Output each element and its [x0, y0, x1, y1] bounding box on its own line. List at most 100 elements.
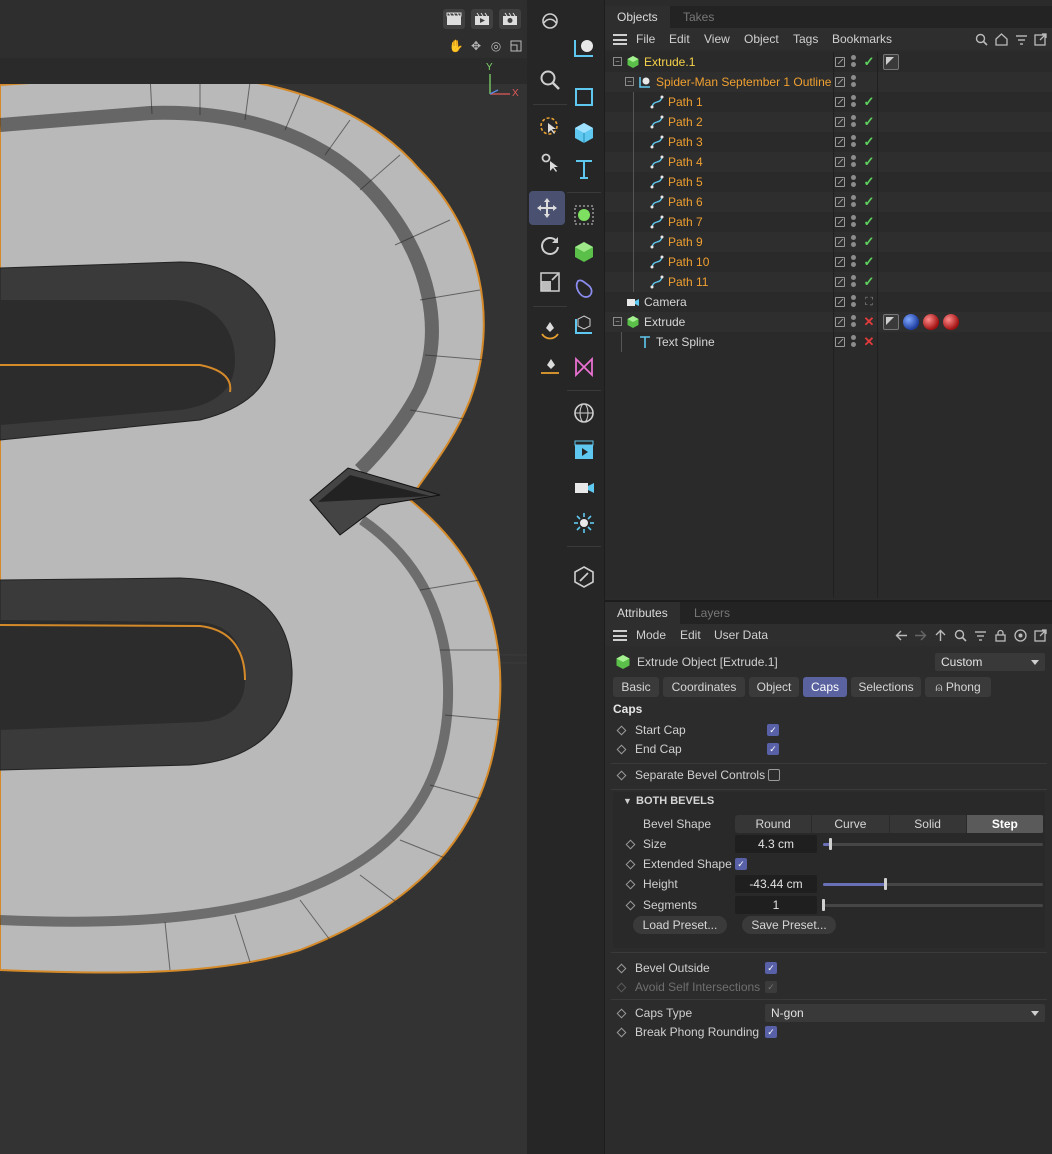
bevel-shape-round[interactable]: Round	[735, 815, 813, 833]
render-view-icon[interactable]	[471, 9, 493, 29]
tab-object[interactable]: Object	[749, 677, 799, 697]
segments-field[interactable]: 1	[735, 896, 817, 914]
viewport[interactable]: ✋ ✥ ◎ Y X	[0, 0, 527, 1154]
maximize-view-icon[interactable]	[508, 38, 524, 54]
tab-objects[interactable]: Objects	[605, 6, 670, 28]
menu-mode[interactable]: Mode	[636, 624, 666, 646]
visibility-dots-icon[interactable]	[851, 255, 857, 269]
save-preset-button[interactable]: Save Preset...	[742, 916, 836, 934]
filter-icon[interactable]	[1013, 31, 1029, 47]
target-icon[interactable]	[1012, 627, 1028, 643]
enabled-check-icon[interactable]: ✓	[861, 173, 877, 191]
render-scene-icon[interactable]	[567, 433, 601, 467]
rotate-tool-icon[interactable]	[533, 228, 567, 262]
menu-tags[interactable]: Tags	[793, 28, 818, 50]
mograph-icon[interactable]	[567, 350, 601, 384]
tree-row[interactable]: − Extrude.1 ✓	[605, 52, 1052, 72]
attr-search-icon[interactable]	[952, 627, 968, 643]
tree-row[interactable]: Path 4 ✓	[605, 152, 1052, 172]
tree-item-label[interactable]: Path 10	[668, 252, 709, 272]
layer-edit-icon[interactable]	[835, 177, 845, 187]
layer-edit-icon[interactable]	[835, 297, 845, 307]
layer-edit-icon[interactable]	[835, 217, 845, 227]
menu-bookmarks[interactable]: Bookmarks	[832, 28, 892, 50]
layer-edit-icon[interactable]	[835, 277, 845, 287]
layer-edit-icon[interactable]	[835, 137, 845, 147]
slider-knob[interactable]	[822, 899, 825, 911]
tree-item-label[interactable]: Path 4	[668, 152, 703, 172]
visibility-dots-icon[interactable]	[851, 315, 857, 329]
field-icon[interactable]	[567, 308, 601, 342]
collapse-toggle-icon[interactable]: −	[613, 57, 622, 66]
scale-tool-icon[interactable]	[533, 265, 567, 299]
keyframe-diamond-icon[interactable]	[616, 1027, 627, 1038]
tree-row[interactable]: Path 7 ✓	[605, 212, 1052, 232]
deformer-icon[interactable]	[567, 272, 601, 306]
collapse-toggle-icon[interactable]: −	[625, 77, 634, 86]
material-tag-icon[interactable]	[943, 314, 959, 330]
render-region-icon[interactable]	[443, 9, 465, 29]
attributes-menu-hamburger-icon[interactable]	[613, 630, 627, 641]
cube-primitive-icon[interactable]	[567, 116, 601, 150]
preset-dropdown[interactable]: Custom	[935, 653, 1045, 671]
enabled-check-icon[interactable]: ✓	[861, 273, 877, 291]
collapse-toggle-icon[interactable]: −	[613, 317, 622, 326]
tree-row[interactable]: Path 1 ✓	[605, 92, 1052, 112]
tree-item-label[interactable]: Path 9	[668, 232, 703, 252]
enabled-check-icon[interactable]: ✓	[861, 233, 877, 251]
new-window-icon[interactable]	[1032, 31, 1048, 47]
tree-item-label[interactable]: Path 3	[668, 132, 703, 152]
visibility-dots-icon[interactable]	[851, 95, 857, 109]
both-bevels-heading[interactable]: BOTH BEVELS	[636, 792, 714, 810]
bevel-shape-curve[interactable]: Curve	[812, 815, 890, 833]
layer-edit-icon[interactable]	[835, 77, 845, 87]
visibility-dots-icon[interactable]	[851, 175, 857, 189]
text-spline-icon[interactable]	[567, 152, 601, 186]
height-field[interactable]: -43.44 cm	[735, 875, 817, 893]
segments-slider[interactable]	[822, 899, 1043, 911]
break-phong-checkbox[interactable]: ✓	[765, 1026, 777, 1038]
tree-row[interactable]: Camera ⛶	[605, 292, 1052, 312]
lock-icon[interactable]	[992, 627, 1008, 643]
menu-edit[interactable]: Edit	[669, 28, 690, 50]
render-settings-icon[interactable]	[499, 9, 521, 29]
layer-edit-icon[interactable]	[835, 237, 845, 247]
load-preset-button[interactable]: Load Preset...	[633, 916, 727, 934]
enabled-check-icon[interactable]: ✓	[861, 113, 877, 131]
disabled-cross-icon[interactable]: ✕	[861, 313, 877, 331]
visibility-dots-icon[interactable]	[851, 115, 857, 129]
menu-object[interactable]: Object	[744, 28, 779, 50]
visibility-dots-icon[interactable]	[851, 135, 857, 149]
search-icon[interactable]	[973, 31, 989, 47]
back-arrow-icon[interactable]	[893, 627, 909, 643]
bevel-shape-solid[interactable]: Solid	[890, 815, 967, 833]
enabled-check-icon[interactable]: ✓	[861, 93, 877, 111]
zoom-icon[interactable]	[533, 63, 567, 97]
bevel-outside-checkbox[interactable]: ✓	[765, 962, 777, 974]
visibility-dots-icon[interactable]	[851, 275, 857, 289]
disabled-cross-icon[interactable]: ✕	[861, 333, 877, 351]
tree-item-label[interactable]: Camera	[644, 292, 687, 312]
visibility-dots-icon[interactable]	[851, 155, 857, 169]
tree-row[interactable]: Path 11 ✓	[605, 272, 1052, 292]
sketch-tool-icon[interactable]	[533, 350, 567, 384]
attr-filter-icon[interactable]	[972, 627, 988, 643]
layer-edit-icon[interactable]	[835, 57, 845, 67]
menu-attr-edit[interactable]: Edit	[680, 624, 701, 646]
enabled-check-icon[interactable]: ✓	[861, 213, 877, 231]
tweak-tool-icon[interactable]	[533, 145, 567, 179]
keyframe-diamond-icon[interactable]	[616, 1008, 627, 1019]
tree-item-label[interactable]: Extrude	[644, 312, 685, 332]
forward-arrow-icon[interactable]	[912, 627, 928, 643]
enabled-check-icon[interactable]: ✓	[861, 193, 877, 211]
tab-selections[interactable]: Selections	[851, 677, 921, 697]
slider-knob[interactable]	[883, 878, 887, 890]
phong-tag-icon[interactable]	[883, 54, 899, 70]
tab-caps[interactable]: Caps	[803, 677, 847, 697]
tree-row[interactable]: Path 6 ✓	[605, 192, 1052, 212]
pan-hand-icon[interactable]: ✋	[448, 38, 464, 54]
tree-row[interactable]: Path 2 ✓	[605, 112, 1052, 132]
tree-row[interactable]: Path 9 ✓	[605, 232, 1052, 252]
keyframe-diamond-icon[interactable]	[616, 744, 627, 755]
visibility-dots-icon[interactable]	[851, 75, 857, 89]
